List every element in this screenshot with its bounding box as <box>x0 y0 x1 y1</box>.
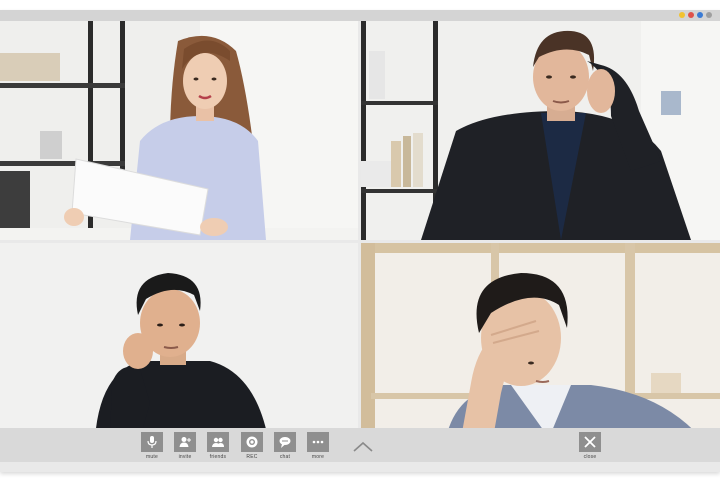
close-label: close <box>583 454 597 460</box>
mute-label: mute <box>146 454 158 460</box>
tile-man-hand-on-forehead[interactable] <box>361 243 720 438</box>
window-dot-red <box>688 12 694 18</box>
mute-button[interactable]: mute <box>141 432 163 460</box>
chat-label: chat <box>279 454 291 460</box>
window-dot-yellow <box>679 12 685 18</box>
chat-bubble-icon <box>274 432 296 452</box>
more-label: more <box>311 454 325 460</box>
invite-button[interactable]: invite <box>174 432 196 460</box>
tile-man-resting-cheek[interactable] <box>0 243 358 438</box>
record-button[interactable]: REC <box>241 432 263 460</box>
tile-man-in-suit[interactable] <box>361 21 720 240</box>
video-grid <box>0 21 720 438</box>
more-button[interactable]: more <box>307 432 329 460</box>
microphone-icon <box>141 432 163 452</box>
tile-woman-with-paper[interactable] <box>0 21 358 240</box>
video-call-window <box>0 10 720 472</box>
window-dot-gray <box>706 12 712 18</box>
window-dots <box>679 12 712 18</box>
close-icon <box>579 432 601 452</box>
ellipsis-icon <box>307 432 329 452</box>
window-dot-blue <box>697 12 703 18</box>
friends-button[interactable]: friends <box>207 432 229 460</box>
close-button[interactable]: close <box>579 432 601 460</box>
chevron-up-icon[interactable] <box>352 440 374 458</box>
chat-button[interactable]: chat <box>274 432 296 460</box>
users-icon <box>207 432 229 452</box>
add-user-icon <box>174 432 196 452</box>
invite-label: invite <box>178 454 192 460</box>
record-label: REC <box>246 454 258 460</box>
title-bar <box>0 10 720 21</box>
record-icon <box>241 432 263 452</box>
friends-label: friends <box>209 454 227 460</box>
